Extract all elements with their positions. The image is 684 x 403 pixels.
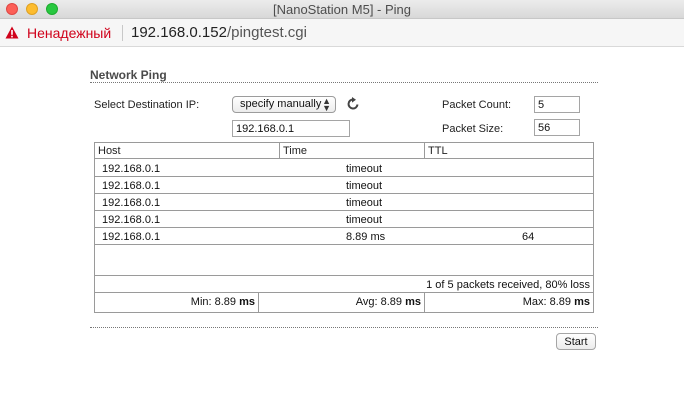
window-title: [NanoStation M5] - Ping [272,2,412,17]
cell-time: 8.89 ms [346,231,386,243]
min-stat: Min: 8.89 ms [95,293,258,312]
start-button[interactable]: Start [556,333,596,350]
column-header-ttl: TTL [428,145,448,157]
column-divider [279,143,280,159]
min-value: Min: 8.89 [190,296,237,308]
ping-results-table: Host Time TTL 192.168.0.1 timeout 192.16… [94,142,594,313]
section-divider-top [90,82,598,83]
avg-value: Avg: 8.89 [355,296,403,308]
table-row: 192.168.0.1 timeout [95,194,593,211]
packet-loss-summary: 1 of 5 packets received, 80% loss [95,275,593,293]
avg-stat: Avg: 8.89 ms [259,293,424,312]
cell-time: timeout [346,180,383,192]
updown-arrows-icon: ▲ ▼ [322,96,331,113]
min-unit: ms [239,296,255,308]
cell-host: 192.168.0.1 [102,180,161,192]
avg-unit: ms [405,296,421,308]
security-status-label[interactable]: Ненадежный [27,25,111,41]
cell-time: timeout [346,214,383,226]
cell-host: 192.168.0.1 [102,214,161,226]
table-row: 192.168.0.1 timeout [95,211,593,228]
packet-size-input[interactable]: 56 [534,119,580,136]
table-header: Host Time TTL [95,143,593,159]
section-divider-bottom [90,327,598,328]
url-host: 192.168.0.152 [131,24,227,41]
max-value: Max: 8.89 [522,296,572,308]
table-row: 192.168.0.1 timeout [95,177,593,194]
packet-count-label: Packet Count: [442,99,512,111]
table-row: 192.168.0.1 8.89 ms 64 [95,228,593,245]
column-header-time: Time [283,145,308,157]
cell-host: 192.168.0.1 [102,197,161,209]
url-divider [122,25,123,41]
dest-ip-input[interactable]: 192.168.0.1 [232,120,350,137]
address-bar[interactable]: Ненадежный 192.168.0.152/pingtest.cgi [0,19,684,47]
dest-ip-select-value: specify manually [240,98,322,110]
column-divider [424,143,425,159]
packet-count-input[interactable]: 5 [534,96,580,113]
cell-host: 192.168.0.1 [102,231,161,243]
packet-size-label: Packet Size: [442,123,504,135]
cell-host: 192.168.0.1 [102,163,161,175]
section-title: Network Ping [90,68,167,82]
warning-triangle-icon [5,26,19,39]
refresh-icon[interactable] [346,97,360,111]
page-content: Network Ping Select Destination IP: spec… [0,47,684,403]
cell-time: timeout [346,163,383,175]
table-row: 192.168.0.1 timeout [95,160,593,177]
url-path: /pingtest.cgi [226,24,307,41]
max-unit: ms [574,296,590,308]
packet-loss-text: 1 of 5 packets received, 80% loss [426,279,590,291]
dest-ip-label: Select Destination IP: [94,99,200,111]
cell-time: timeout [346,197,383,209]
ping-stats-row: Min: 8.89 ms Avg: 8.89 ms Max: 8.89 ms [95,293,593,312]
dest-ip-select[interactable]: specify manually ▲ ▼ [232,96,336,113]
column-header-host: Host [98,145,121,157]
cell-ttl: 64 [522,231,535,243]
max-stat: Max: 8.89 ms [425,293,593,312]
url-text[interactable]: 192.168.0.152/pingtest.cgi [131,24,307,41]
window-titlebar: [NanoStation M5] - Ping [0,0,684,19]
